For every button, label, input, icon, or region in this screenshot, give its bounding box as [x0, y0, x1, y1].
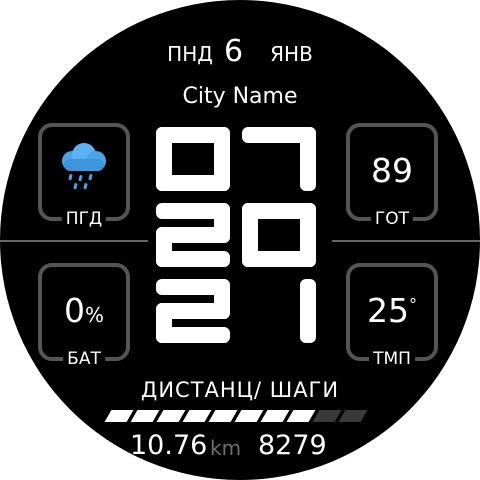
distance-unit: km — [210, 436, 242, 460]
watch-face: ПНД 6 ЯНВ City Name ПГД 89 ГОТ 0% БАТ 25… — [0, 0, 480, 480]
distance-value: 10.76 — [130, 430, 208, 461]
progress-segment — [130, 410, 160, 422]
progress-segment — [182, 410, 212, 422]
progress-segment — [338, 410, 368, 422]
progress-segment — [208, 410, 238, 422]
progress-segment — [104, 410, 134, 422]
steps-value: 8279 — [258, 430, 327, 461]
progress-segment — [260, 410, 290, 422]
progress-segment — [312, 410, 342, 422]
progress-segment — [234, 410, 264, 422]
steps-progress-bar — [0, 0, 480, 480]
progress-segment — [286, 410, 316, 422]
progress-segment — [156, 410, 186, 422]
